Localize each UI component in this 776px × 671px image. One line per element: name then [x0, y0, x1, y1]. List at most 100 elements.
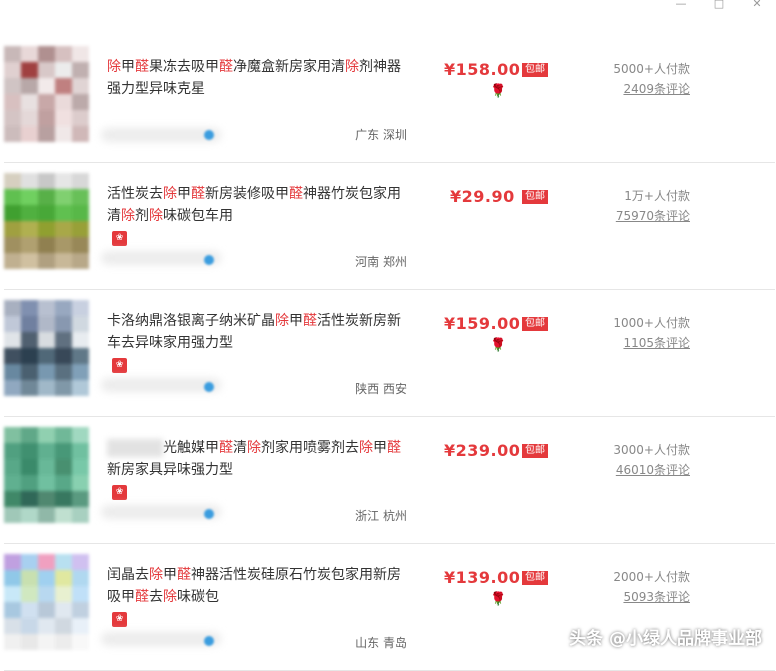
rose-icon: 🌹	[490, 84, 507, 99]
shop-name-blurred[interactable]	[101, 128, 221, 142]
title-text: 清	[233, 440, 247, 456]
wangwang-icon[interactable]	[204, 509, 214, 519]
product-thumbnail[interactable]	[4, 173, 89, 269]
price: ¥29.90	[450, 187, 515, 206]
title-text: 净魔盒新房家用清	[233, 59, 345, 75]
wangwang-icon[interactable]	[204, 130, 214, 140]
product-thumbnail[interactable]	[4, 427, 89, 523]
product-title[interactable]: 光触媒甲醛清除剂家用喷雾剂去除甲醛新房家具异味强力型	[107, 437, 407, 481]
product-title[interactable]: 闰晶去除甲醛神器活性炭硅原石竹炭包家用新房吸甲醛去除味碳包	[107, 564, 407, 608]
list-item[interactable]: 活性炭去除甲醛新房装修吸甲醛神器竹炭包家用清除剂除味碳包车用 ❀ 河南 郑州 ¥29.…	[4, 163, 775, 290]
keyword-highlight: 除	[163, 186, 177, 202]
shop-name-blurred[interactable]	[101, 251, 221, 265]
free-shipping-tag: 包邮	[522, 63, 548, 77]
seller-location: 陕西 西安	[355, 382, 407, 396]
review-count-link[interactable]: 5093条评论	[623, 588, 690, 605]
title-text: 味碳包车用	[163, 208, 233, 224]
keyword-highlight: 除	[275, 313, 289, 329]
price: ¥139.00	[444, 568, 521, 587]
title-text: 去	[149, 589, 163, 605]
blurred-brand	[107, 439, 163, 457]
title-text: 新房装修吸甲	[205, 186, 289, 202]
seller-location: 广东 深圳	[355, 128, 407, 142]
review-count-link[interactable]: 46010条评论	[616, 461, 690, 478]
list-item[interactable]: 闰晶去除甲醛神器活性炭硅原石竹炭包家用新房吸甲醛去除味碳包 ❀ 山东 青岛 ¥139.…	[4, 544, 775, 671]
title-text: 新房家具异味强力型	[107, 462, 233, 478]
title-text: 甲	[177, 186, 191, 202]
title-text: 味碳包	[177, 589, 219, 605]
title-text: 活性炭去	[107, 186, 163, 202]
close-icon[interactable]: ✕	[738, 0, 776, 14]
free-shipping-tag: 包邮	[522, 571, 548, 585]
list-item[interactable]: 除甲醛果冻去吸甲醛净魔盒新房家用清除剂神器强力型异味克星广东 深圳 ¥158.00…	[4, 36, 775, 163]
free-shipping-tag: 包邮	[522, 190, 548, 204]
paid-count: 5000+人付款	[613, 62, 690, 76]
keyword-highlight: 醛	[289, 186, 303, 202]
price: ¥239.00	[444, 441, 521, 460]
paid-count: 1万+人付款	[624, 189, 690, 203]
free-shipping-tag: 包邮	[522, 444, 548, 458]
shop-name-blurred[interactable]	[101, 378, 221, 392]
keyword-highlight: 除	[107, 59, 121, 75]
title-text: 甲	[373, 440, 387, 456]
paid-count: 3000+人付款	[613, 443, 690, 457]
title-text: 卡洛纳鼎洛银离子纳米矿晶	[107, 313, 275, 329]
title-text: 甲	[289, 313, 303, 329]
product-thumbnail[interactable]	[4, 46, 89, 142]
review-count-link[interactable]: 1105条评论	[623, 334, 690, 351]
seller-location: 河南 郑州	[355, 255, 407, 269]
product-title[interactable]: 卡洛纳鼎洛银离子纳米矿晶除甲醛活性炭新房新车去异味家用强力型	[107, 310, 407, 354]
title-text: 甲	[163, 567, 177, 583]
title-text: 光触媒甲	[163, 440, 219, 456]
keyword-highlight: 醛	[135, 589, 149, 605]
keyword-highlight: 除	[149, 567, 163, 583]
shop-badge-icon: ❀	[112, 612, 127, 627]
keyword-highlight: 醛	[135, 59, 149, 75]
keyword-highlight: 除	[359, 440, 373, 456]
list-item[interactable]: 卡洛纳鼎洛银离子纳米矿晶除甲醛活性炭新房新车去异味家用强力型 ❀ 陕西 西安 ¥159…	[4, 290, 775, 417]
seller-location: 山东 青岛	[355, 636, 407, 650]
paid-count: 2000+人付款	[613, 570, 690, 584]
shop-name-blurred[interactable]	[101, 632, 221, 646]
seller-location: 浙江 杭州	[355, 509, 407, 523]
product-thumbnail[interactable]	[4, 300, 89, 396]
price: ¥158.00	[444, 60, 521, 79]
maximize-icon[interactable]: □	[700, 0, 738, 14]
wangwang-icon[interactable]	[204, 382, 214, 392]
product-title[interactable]: 除甲醛果冻去吸甲醛净魔盒新房家用清除剂神器强力型异味克星	[107, 56, 407, 100]
title-text: 剂	[135, 208, 149, 224]
keyword-highlight: 除	[121, 208, 135, 224]
watermark: 头条 @小绿人品牌事业部	[569, 629, 762, 649]
title-text: 果冻去吸甲	[149, 59, 219, 75]
title-text: 闰晶去	[107, 567, 149, 583]
keyword-highlight: 除	[345, 59, 359, 75]
keyword-highlight: 醛	[177, 567, 191, 583]
wangwang-icon[interactable]	[204, 636, 214, 646]
shop-name-blurred[interactable]	[101, 505, 221, 519]
wangwang-icon[interactable]	[204, 255, 214, 265]
price: ¥159.00	[444, 314, 521, 333]
shop-badge-icon: ❀	[112, 485, 127, 500]
keyword-highlight: 醛	[387, 440, 401, 456]
minimize-icon[interactable]: —	[662, 0, 700, 14]
paid-count: 1000+人付款	[613, 316, 690, 330]
keyword-highlight: 醛	[219, 440, 233, 456]
product-thumbnail[interactable]	[4, 554, 89, 650]
list-item[interactable]: 光触媒甲醛清除剂家用喷雾剂去除甲醛新房家具异味强力型 ❀ 浙江 杭州 ¥239.00 包…	[4, 417, 775, 544]
title-text: 剂家用喷雾剂去	[261, 440, 359, 456]
window-controls: — □ ✕	[662, 0, 776, 14]
product-title[interactable]: 活性炭去除甲醛新房装修吸甲醛神器竹炭包家用清除剂除味碳包车用	[107, 183, 407, 227]
title-text: 甲	[121, 59, 135, 75]
review-count-link[interactable]: 75970条评论	[616, 207, 690, 224]
free-shipping-tag: 包邮	[522, 317, 548, 331]
review-count-link[interactable]: 2409条评论	[623, 80, 690, 97]
keyword-highlight: 醛	[191, 186, 205, 202]
keyword-highlight: 除	[247, 440, 261, 456]
keyword-highlight: 除	[149, 208, 163, 224]
shop-badge-icon: ❀	[112, 231, 127, 246]
rose-icon: 🌹	[490, 338, 507, 353]
shop-badge-icon: ❀	[112, 358, 127, 373]
keyword-highlight: 醛	[303, 313, 317, 329]
keyword-highlight: 醛	[219, 59, 233, 75]
keyword-highlight: 除	[163, 589, 177, 605]
